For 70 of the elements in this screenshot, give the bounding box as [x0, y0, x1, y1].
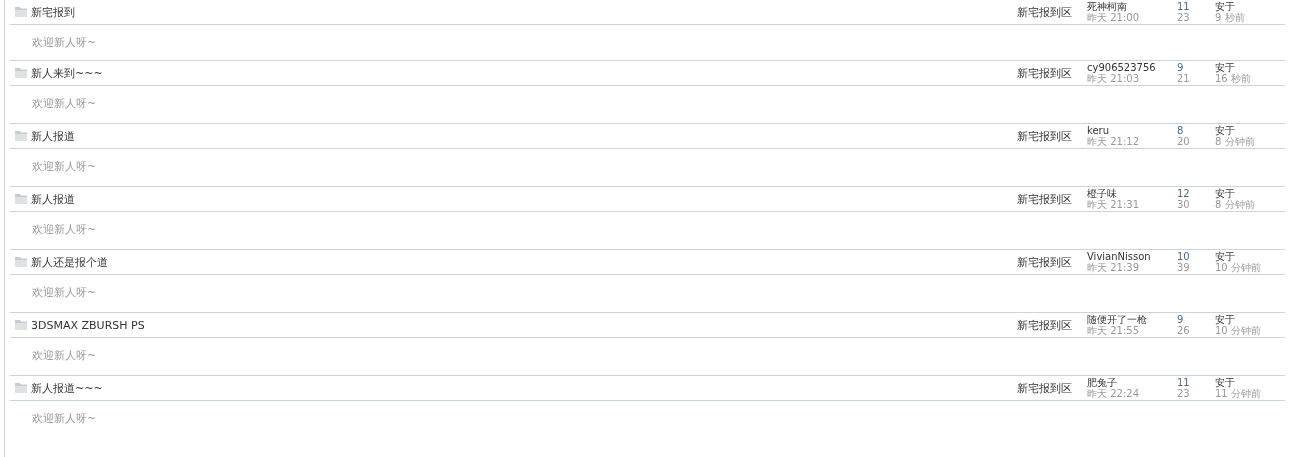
- thread-excerpt: 欢迎新人呀~: [32, 223, 97, 236]
- reply-count: 9: [1177, 62, 1185, 73]
- author-name[interactable]: 肥兔子: [1087, 377, 1177, 388]
- reply-count: 8: [1177, 125, 1185, 136]
- reply-count: 11: [1177, 1, 1191, 12]
- folder-icon: [15, 68, 27, 78]
- post-date: 昨天 21:39: [1087, 262, 1140, 273]
- thread-title-link[interactable]: 新人报道~~~: [31, 380, 1017, 396]
- last-reply-time: 11 分钟前: [1215, 388, 1262, 399]
- view-count: 39: [1177, 262, 1191, 273]
- post-date: 昨天 21:12: [1087, 136, 1140, 147]
- reply-count: 12: [1177, 188, 1191, 199]
- folder-icon: [15, 194, 27, 204]
- author-name[interactable]: 橙子味: [1087, 188, 1177, 199]
- last-poster[interactable]: 安于: [1215, 62, 1285, 73]
- last-reply-time: 9 秒前: [1215, 12, 1246, 23]
- view-count: 21: [1177, 73, 1191, 84]
- reply-count: 11: [1177, 377, 1191, 388]
- post-date: 昨天 21:03: [1087, 73, 1139, 84]
- folder-icon: [15, 257, 27, 267]
- thread-title-link[interactable]: 新人报道: [31, 128, 1017, 144]
- last-poster[interactable]: 安于: [1215, 314, 1285, 325]
- last-reply-time: 10 分钟前: [1215, 325, 1262, 336]
- author-name[interactable]: 死神柯南: [1087, 1, 1177, 12]
- post-date: 昨天 21:55: [1087, 325, 1140, 336]
- post-date: 昨天 22:24: [1087, 388, 1140, 399]
- last-reply-time: 8 分钟前: [1215, 136, 1256, 147]
- view-count: 23: [1177, 12, 1191, 23]
- thread-title-link[interactable]: 新人报道: [31, 191, 1017, 207]
- thread-excerpt: 欢迎新人呀~: [32, 412, 97, 425]
- forum-name[interactable]: 新宅报到区: [1017, 191, 1087, 207]
- forum-name[interactable]: 新宅报到区: [1017, 128, 1087, 144]
- last-poster[interactable]: 安于: [1215, 377, 1285, 388]
- last-reply-time: 10 分钟前: [1215, 262, 1262, 273]
- reply-count: 10: [1177, 251, 1191, 262]
- forum-name[interactable]: 新宅报到区: [1017, 65, 1087, 81]
- forum-name[interactable]: 新宅报到区: [1017, 4, 1087, 20]
- last-poster[interactable]: 安于: [1215, 1, 1285, 12]
- last-poster[interactable]: 安于: [1215, 251, 1285, 262]
- forum-name[interactable]: 新宅报到区: [1017, 380, 1087, 396]
- thread-excerpt: 欢迎新人呀~: [32, 97, 97, 110]
- folder-icon: [15, 131, 27, 141]
- thread-excerpt: 欢迎新人呀~: [32, 160, 97, 173]
- author-name[interactable]: cy906523756: [1087, 62, 1177, 73]
- view-count: 26: [1177, 325, 1191, 336]
- view-count: 30: [1177, 199, 1191, 210]
- view-count: 20: [1177, 136, 1191, 147]
- thread-excerpt: 欢迎新人呀~: [32, 349, 97, 362]
- author-name[interactable]: 随便开了一枪: [1087, 314, 1177, 325]
- forum-name[interactable]: 新宅报到区: [1017, 254, 1087, 270]
- thread-title-link[interactable]: 新人还是报个道: [31, 254, 1017, 270]
- last-poster[interactable]: 安于: [1215, 188, 1285, 199]
- author-name[interactable]: VivianNisson: [1087, 251, 1177, 262]
- author-name[interactable]: keru: [1087, 125, 1177, 136]
- thread-title-link[interactable]: 3DSMAX ZBURSH PS: [31, 318, 1017, 332]
- folder-icon: [15, 383, 27, 393]
- thread-excerpt: 欢迎新人呀~: [32, 286, 97, 299]
- forum-name[interactable]: 新宅报到区: [1017, 317, 1087, 333]
- folder-icon: [15, 320, 27, 330]
- reply-count: 9: [1177, 314, 1185, 325]
- last-reply-time: 16 秒前: [1215, 73, 1252, 84]
- thread-title-link[interactable]: 新人来到~~~: [31, 65, 1017, 81]
- last-reply-time: 8 分钟前: [1215, 199, 1256, 210]
- folder-icon: [15, 7, 27, 17]
- post-date: 昨天 21:00: [1087, 12, 1140, 23]
- thread-excerpt: 欢迎新人呀~: [32, 36, 97, 49]
- view-count: 23: [1177, 388, 1191, 399]
- thread-title-link[interactable]: 新宅报到: [31, 4, 1017, 20]
- last-poster[interactable]: 安于: [1215, 125, 1285, 136]
- post-date: 昨天 21:31: [1087, 199, 1140, 210]
